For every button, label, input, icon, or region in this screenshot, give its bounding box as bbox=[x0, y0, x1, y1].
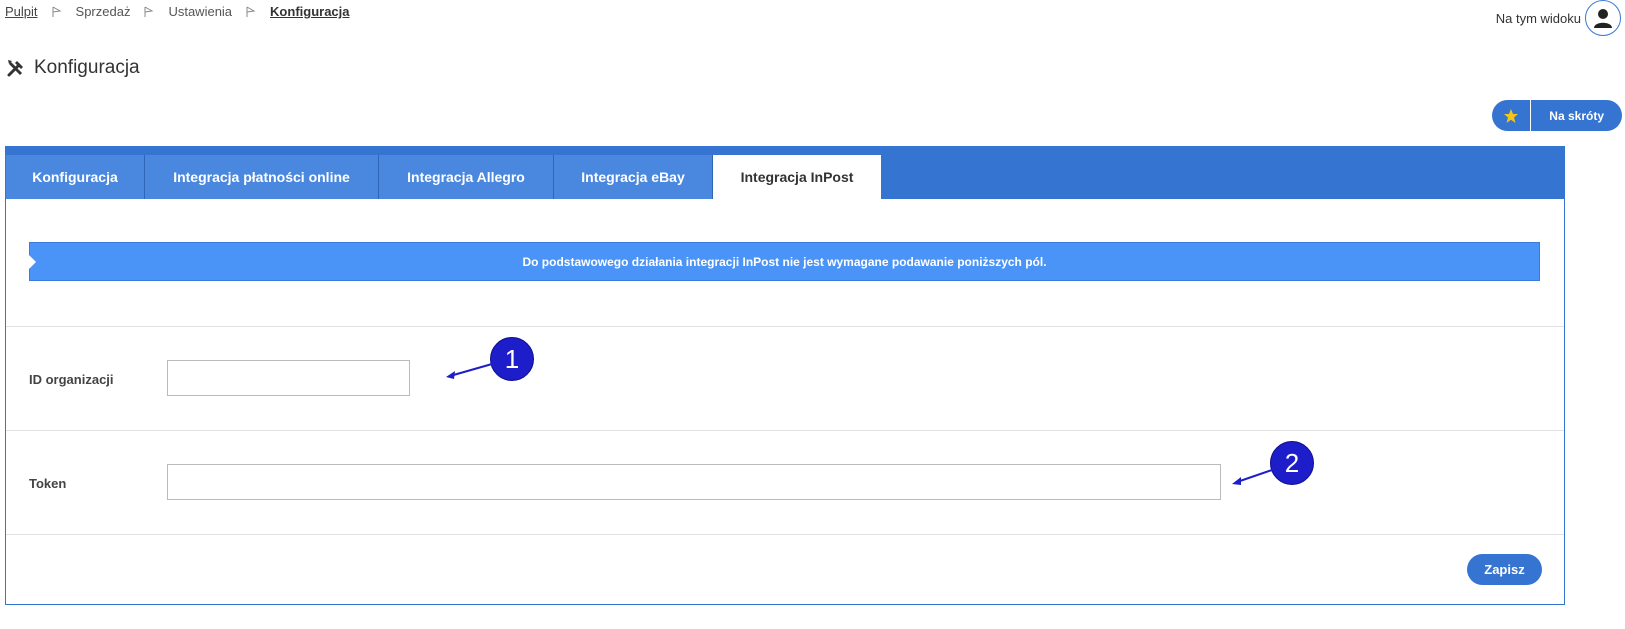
token-label: Token bbox=[29, 476, 67, 491]
tab-bar: Konfiguracja Integracja płatności online… bbox=[6, 146, 1564, 199]
divider bbox=[6, 534, 1564, 535]
alert-notch bbox=[29, 255, 36, 269]
view-label: Na tym widoku bbox=[1495, 10, 1581, 26]
view-menu[interactable]: Na tym widoku bbox=[1496, 0, 1621, 36]
breadcrumb-separator-icon bbox=[246, 6, 256, 17]
info-alert: Do podstawowego działania integracji InP… bbox=[29, 242, 1540, 281]
tab-inpost[interactable]: Integracja InPost bbox=[713, 155, 881, 199]
annotation-arrow-2 bbox=[1232, 468, 1276, 485]
breadcrumb-ustawienia[interactable]: Ustawienia bbox=[168, 4, 232, 19]
tab-konfiguracja[interactable]: Konfiguracja bbox=[6, 155, 145, 199]
user-avatar-icon[interactable] bbox=[1585, 0, 1621, 36]
shortcuts-button[interactable]: Na skróty bbox=[1492, 100, 1622, 131]
page-title: Konfiguracja bbox=[6, 57, 140, 79]
breadcrumb-separator-icon bbox=[52, 6, 62, 17]
star-icon bbox=[1492, 100, 1532, 131]
breadcrumb: Pulpit Sprzedaż Ustawienia Konfiguracja bbox=[5, 4, 350, 19]
shortcuts-label: Na skróty bbox=[1549, 108, 1604, 123]
breadcrumb-pulpit[interactable]: Pulpit bbox=[5, 4, 38, 19]
tab-allegro[interactable]: Integracja Allegro bbox=[379, 155, 554, 199]
divider bbox=[6, 430, 1564, 431]
tools-icon bbox=[7, 60, 23, 77]
save-button[interactable]: Zapisz bbox=[1467, 554, 1542, 585]
org-id-label: ID organizacji bbox=[29, 372, 114, 387]
breadcrumb-sprzedaz[interactable]: Sprzedaż bbox=[76, 4, 131, 19]
breadcrumb-separator-icon bbox=[144, 6, 154, 17]
tab-platnosci-online[interactable]: Integracja płatności online bbox=[145, 155, 379, 199]
org-id-input[interactable] bbox=[167, 360, 410, 396]
divider bbox=[6, 326, 1564, 327]
page-title-text: Konfiguracja bbox=[34, 57, 140, 78]
breadcrumb-konfiguracja[interactable]: Konfiguracja bbox=[270, 4, 349, 19]
alert-text: Do podstawowego działania integracji InP… bbox=[522, 254, 1047, 269]
annotation-arrow-1 bbox=[446, 363, 493, 379]
tab-ebay[interactable]: Integracja eBay bbox=[554, 155, 713, 199]
token-input[interactable] bbox=[167, 464, 1221, 500]
config-panel: Konfiguracja Integracja płatności online… bbox=[5, 146, 1565, 605]
